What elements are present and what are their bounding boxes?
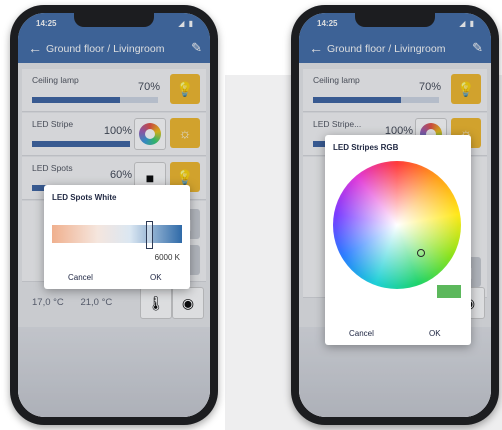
- selected-color-swatch: [437, 285, 461, 298]
- cancel-button[interactable]: Cancel: [68, 273, 93, 282]
- white-temperature-dialog: LED Spots White 6000 K Cancel OK: [44, 185, 190, 289]
- phone-screen: 14:25 ◢ ▮ ← Ground floor / Livingroom ✎ …: [299, 13, 491, 417]
- kelvin-value: 6000 K: [154, 253, 180, 262]
- ok-button[interactable]: OK: [150, 273, 162, 282]
- color-temperature-slider[interactable]: [52, 225, 182, 243]
- dialog-title: LED Stripes RGB: [333, 143, 399, 152]
- cancel-button[interactable]: Cancel: [349, 329, 374, 338]
- color-picker-handle[interactable]: [417, 249, 425, 257]
- phone-screen: 14:25 ◢ ▮ ← Ground floor / Livingroom ✎ …: [18, 13, 210, 417]
- notch: [74, 13, 154, 27]
- phone-left: 14:25 ◢ ▮ ← Ground floor / Livingroom ✎ …: [10, 5, 218, 425]
- ok-button[interactable]: OK: [429, 329, 441, 338]
- phone-right: 14:25 ◢ ▮ ← Ground floor / Livingroom ✎ …: [291, 5, 499, 425]
- rgb-color-dialog: LED Stripes RGB Cancel OK: [325, 135, 471, 345]
- dialog-title: LED Spots White: [52, 193, 117, 202]
- color-wheel[interactable]: [333, 161, 461, 289]
- slider-thumb[interactable]: [146, 221, 153, 249]
- notch: [355, 13, 435, 27]
